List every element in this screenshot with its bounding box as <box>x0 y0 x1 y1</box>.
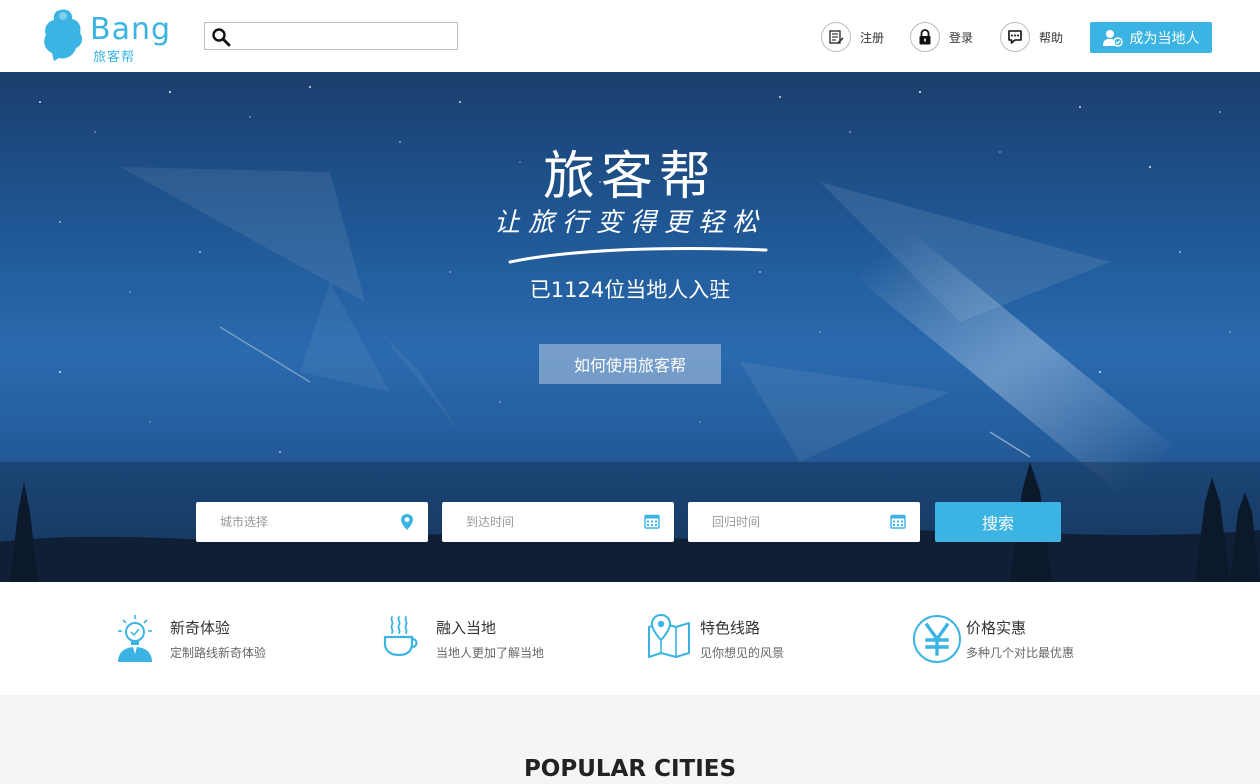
feature-title: 新奇体验 <box>170 619 231 637</box>
nav-register[interactable]: 注册 <box>821 22 884 52</box>
local-count-text: 已1124位当地人入驻 <box>529 278 731 302</box>
feature-description: 多种几个对比最优惠 <box>966 646 1075 660</box>
feature-title: 价格实惠 <box>966 619 1027 637</box>
logo-subtitle: 旅客帮 <box>93 50 136 65</box>
search-submit-button[interactable]: 搜索 <box>935 502 1061 542</box>
slogan-underline-decoration <box>508 247 768 264</box>
feature-title: 特色线路 <box>700 619 761 637</box>
calendar-icon <box>890 514 906 529</box>
hero-title: 旅客帮 <box>542 147 717 207</box>
arrival-date-input[interactable] <box>454 502 634 542</box>
site-header: Bang 旅客帮 注册 登录 帮助 成为当地人 <box>0 0 1260 72</box>
logo-wordmark: Bang <box>90 12 172 47</box>
trip-search-bar: 搜索 <box>0 462 1260 582</box>
return-date-field[interactable] <box>688 502 920 542</box>
yen-icon <box>913 615 961 663</box>
calendar-icon <box>644 514 660 529</box>
feature-description: 当地人更加了解当地 <box>436 646 545 660</box>
nav-register-label: 注册 <box>860 30 885 45</box>
map-pin-icon <box>648 614 690 658</box>
popular-cities-heading: POPULAR CITIES <box>523 756 737 782</box>
arrival-date-field[interactable] <box>442 502 674 542</box>
location-pin-icon <box>401 514 413 530</box>
feature-description: 定制路线新奇体验 <box>170 646 267 660</box>
nav-login-label: 登录 <box>949 30 974 45</box>
search-input[interactable] <box>237 25 452 47</box>
coffee-cup-icon <box>383 616 418 657</box>
hero-banner: 旅客帮 让旅行变得更轻松 已1124位当地人入驻 如何使用旅客帮 城市选择 到达… <box>0 72 1260 582</box>
return-date-input[interactable] <box>700 502 880 542</box>
nav-help[interactable]: 帮助 <box>1000 22 1063 52</box>
become-local-button[interactable]: 成为当地人 <box>1090 22 1212 53</box>
nav-login[interactable]: 登录 <box>910 22 973 52</box>
chat-icon <box>1000 22 1030 52</box>
hero-slogan: 让旅行变得更轻松 <box>493 208 766 238</box>
site-search <box>204 22 458 50</box>
become-local-label: 成为当地人 <box>1129 30 1200 47</box>
lightbulb-person-icon <box>118 615 152 662</box>
feature-title: 融入当地 <box>436 619 497 637</box>
user-check-icon <box>1102 29 1123 47</box>
site-logo[interactable]: Bang 旅客帮 <box>40 6 180 65</box>
lock-icon <box>910 22 940 52</box>
search-icon[interactable] <box>211 27 231 47</box>
how-to-use-button[interactable]: 如何使用旅客帮 <box>539 344 721 384</box>
city-input[interactable] <box>208 502 388 542</box>
register-icon <box>821 22 851 52</box>
traveler-logo-icon <box>44 9 83 62</box>
city-select-field[interactable] <box>196 502 428 542</box>
feature-description: 见你想见的风景 <box>700 646 785 660</box>
nav-help-label: 帮助 <box>1039 30 1064 45</box>
feature-strip: 新奇体验 定制路线新奇体验 融入当地 当地人更加了解当地 特色线路 见你想见的风… <box>0 582 1260 695</box>
